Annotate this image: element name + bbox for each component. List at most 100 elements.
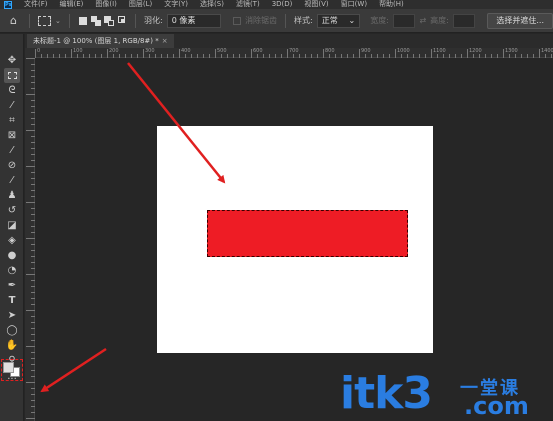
add-to-selection-icon[interactable] <box>91 15 102 26</box>
divider <box>285 13 286 28</box>
marquee-icon[interactable] <box>4 68 20 83</box>
foreground-color-swatch[interactable] <box>3 362 14 373</box>
ruler-tick <box>293 54 294 58</box>
ruler-tick <box>341 54 342 58</box>
menu-select[interactable]: 选择(S) <box>200 0 224 9</box>
ruler-tick <box>167 54 168 58</box>
ruler-tick <box>26 130 35 131</box>
frame-icon[interactable]: ⊠ <box>4 128 20 143</box>
ruler-tick <box>31 328 35 329</box>
ellipse-icon[interactable]: ◯ <box>4 323 20 338</box>
ruler-tick <box>431 49 432 58</box>
ruler-tick <box>527 54 528 58</box>
menu-edit[interactable]: 编辑(E) <box>60 0 84 9</box>
feather-input[interactable]: 0 像素 <box>166 13 222 28</box>
document-tab[interactable]: 未标题-1 @ 100% (图层 1, RGB/8#) * × <box>27 34 174 48</box>
ruler-tick <box>26 382 35 383</box>
stamp-icon[interactable]: ♟ <box>4 188 20 203</box>
home-icon[interactable]: ⌂ <box>6 13 21 29</box>
eraser-icon[interactable]: ◪ <box>4 218 20 233</box>
ruler-tick <box>257 54 258 58</box>
brush-icon[interactable]: ⁄ <box>4 173 20 188</box>
lasso-icon[interactable]: ᘓ <box>4 83 20 98</box>
menu-type[interactable]: 文字(Y) <box>164 0 188 9</box>
close-icon[interactable]: × <box>162 37 168 45</box>
gradient-icon[interactable]: ◈ <box>4 233 20 248</box>
ruler-tick <box>31 316 35 317</box>
width-input[interactable] <box>392 13 416 28</box>
crop-icon[interactable]: ⌗ <box>4 113 20 128</box>
ruler-tick <box>149 54 150 58</box>
ruler-tick <box>281 54 282 58</box>
intersect-selection-icon[interactable] <box>117 15 127 26</box>
ruler-tick <box>31 394 35 395</box>
swap-icon[interactable]: ⇄ <box>419 16 426 25</box>
ruler-tick <box>71 49 72 58</box>
ruler-tick <box>425 54 426 58</box>
ruler-tick <box>173 54 174 58</box>
quick-select-icon[interactable]: ⁄ <box>4 98 20 113</box>
ruler-tick <box>185 54 186 58</box>
menu-window[interactable]: 窗口(W) <box>341 0 367 9</box>
red-selection-rectangle[interactable] <box>207 210 408 257</box>
ruler-tick <box>31 256 35 257</box>
move-icon[interactable]: ✥ <box>4 53 20 68</box>
menu-3d[interactable]: 3D(D) <box>272 0 293 9</box>
menu-layer[interactable]: 图层(L) <box>129 0 152 9</box>
width-label: 宽度: <box>370 16 389 25</box>
healing-icon[interactable]: ⊘ <box>4 158 20 173</box>
blur-icon[interactable]: ● <box>4 248 20 263</box>
ruler-tick <box>31 388 35 389</box>
style-value: 正常 <box>321 15 338 25</box>
ruler-tick <box>191 54 192 58</box>
menu-filter[interactable]: 滤镜(T) <box>236 0 260 9</box>
subtract-from-selection-icon[interactable] <box>104 15 115 26</box>
marquee-preset-icon[interactable] <box>37 15 52 26</box>
ruler-tick <box>479 54 480 58</box>
ruler-tick <box>299 54 300 58</box>
vertical-ruler[interactable] <box>25 58 35 421</box>
style-select[interactable]: 正常 ⌄ <box>316 13 361 28</box>
ruler-tick <box>26 310 35 311</box>
ruler-tick <box>437 54 438 58</box>
menu-file[interactable]: 文件(F) <box>24 0 48 9</box>
pen-icon[interactable]: ✒ <box>4 278 20 293</box>
ruler-tick <box>31 118 35 119</box>
ruler-tick <box>31 196 35 197</box>
ruler-tick <box>155 54 156 58</box>
chevron-down-icon: ⌄ <box>348 15 356 25</box>
menu-image[interactable]: 图像(I) <box>95 0 117 9</box>
ruler-tick <box>473 54 474 58</box>
ruler-tick <box>515 54 516 58</box>
ruler-tick <box>26 94 35 95</box>
height-input[interactable] <box>452 13 476 28</box>
antialias-checkbox[interactable] <box>233 16 242 25</box>
ruler-tick <box>31 172 35 173</box>
ruler-tick <box>107 49 108 58</box>
ruler-tick <box>239 54 240 58</box>
horizontal-ruler[interactable]: 0 100 200 300 400 500 600 700 800 900 1000 1100 1200… <box>35 48 553 58</box>
ruler-tick <box>31 214 35 215</box>
hand-icon[interactable]: ✋ <box>4 338 20 353</box>
eyedropper-icon[interactable]: ⁄ <box>4 143 20 158</box>
select-and-mask-button[interactable]: 选择并遮住... <box>487 12 553 29</box>
type-icon[interactable]: T <box>4 293 20 308</box>
menu-help[interactable]: 帮助(H) <box>379 0 404 9</box>
menu-view[interactable]: 视图(V) <box>304 0 328 9</box>
ruler-tick <box>245 54 246 58</box>
history-brush-icon[interactable]: ↺ <box>4 203 20 218</box>
dodge-icon[interactable]: ◔ <box>4 263 20 278</box>
ruler-tick <box>31 370 35 371</box>
ruler-tick <box>461 54 462 58</box>
chevron-down-icon[interactable]: ⌄ <box>55 17 61 25</box>
ruler-tick <box>31 226 35 227</box>
new-selection-icon[interactable] <box>78 16 87 26</box>
ruler-tick <box>335 54 336 58</box>
ruler-tick <box>26 346 35 347</box>
feather-label: 羽化: <box>144 16 163 25</box>
ruler-tick <box>509 54 510 58</box>
menu-bar: Ps 文件(F) 编辑(E) 图像(I) 图层(L) 文字(Y) 选择(S) 滤… <box>0 0 553 9</box>
ruler-tick <box>395 49 396 58</box>
path-select-icon[interactable]: ➤ <box>4 308 20 323</box>
ruler-tick <box>287 49 288 58</box>
